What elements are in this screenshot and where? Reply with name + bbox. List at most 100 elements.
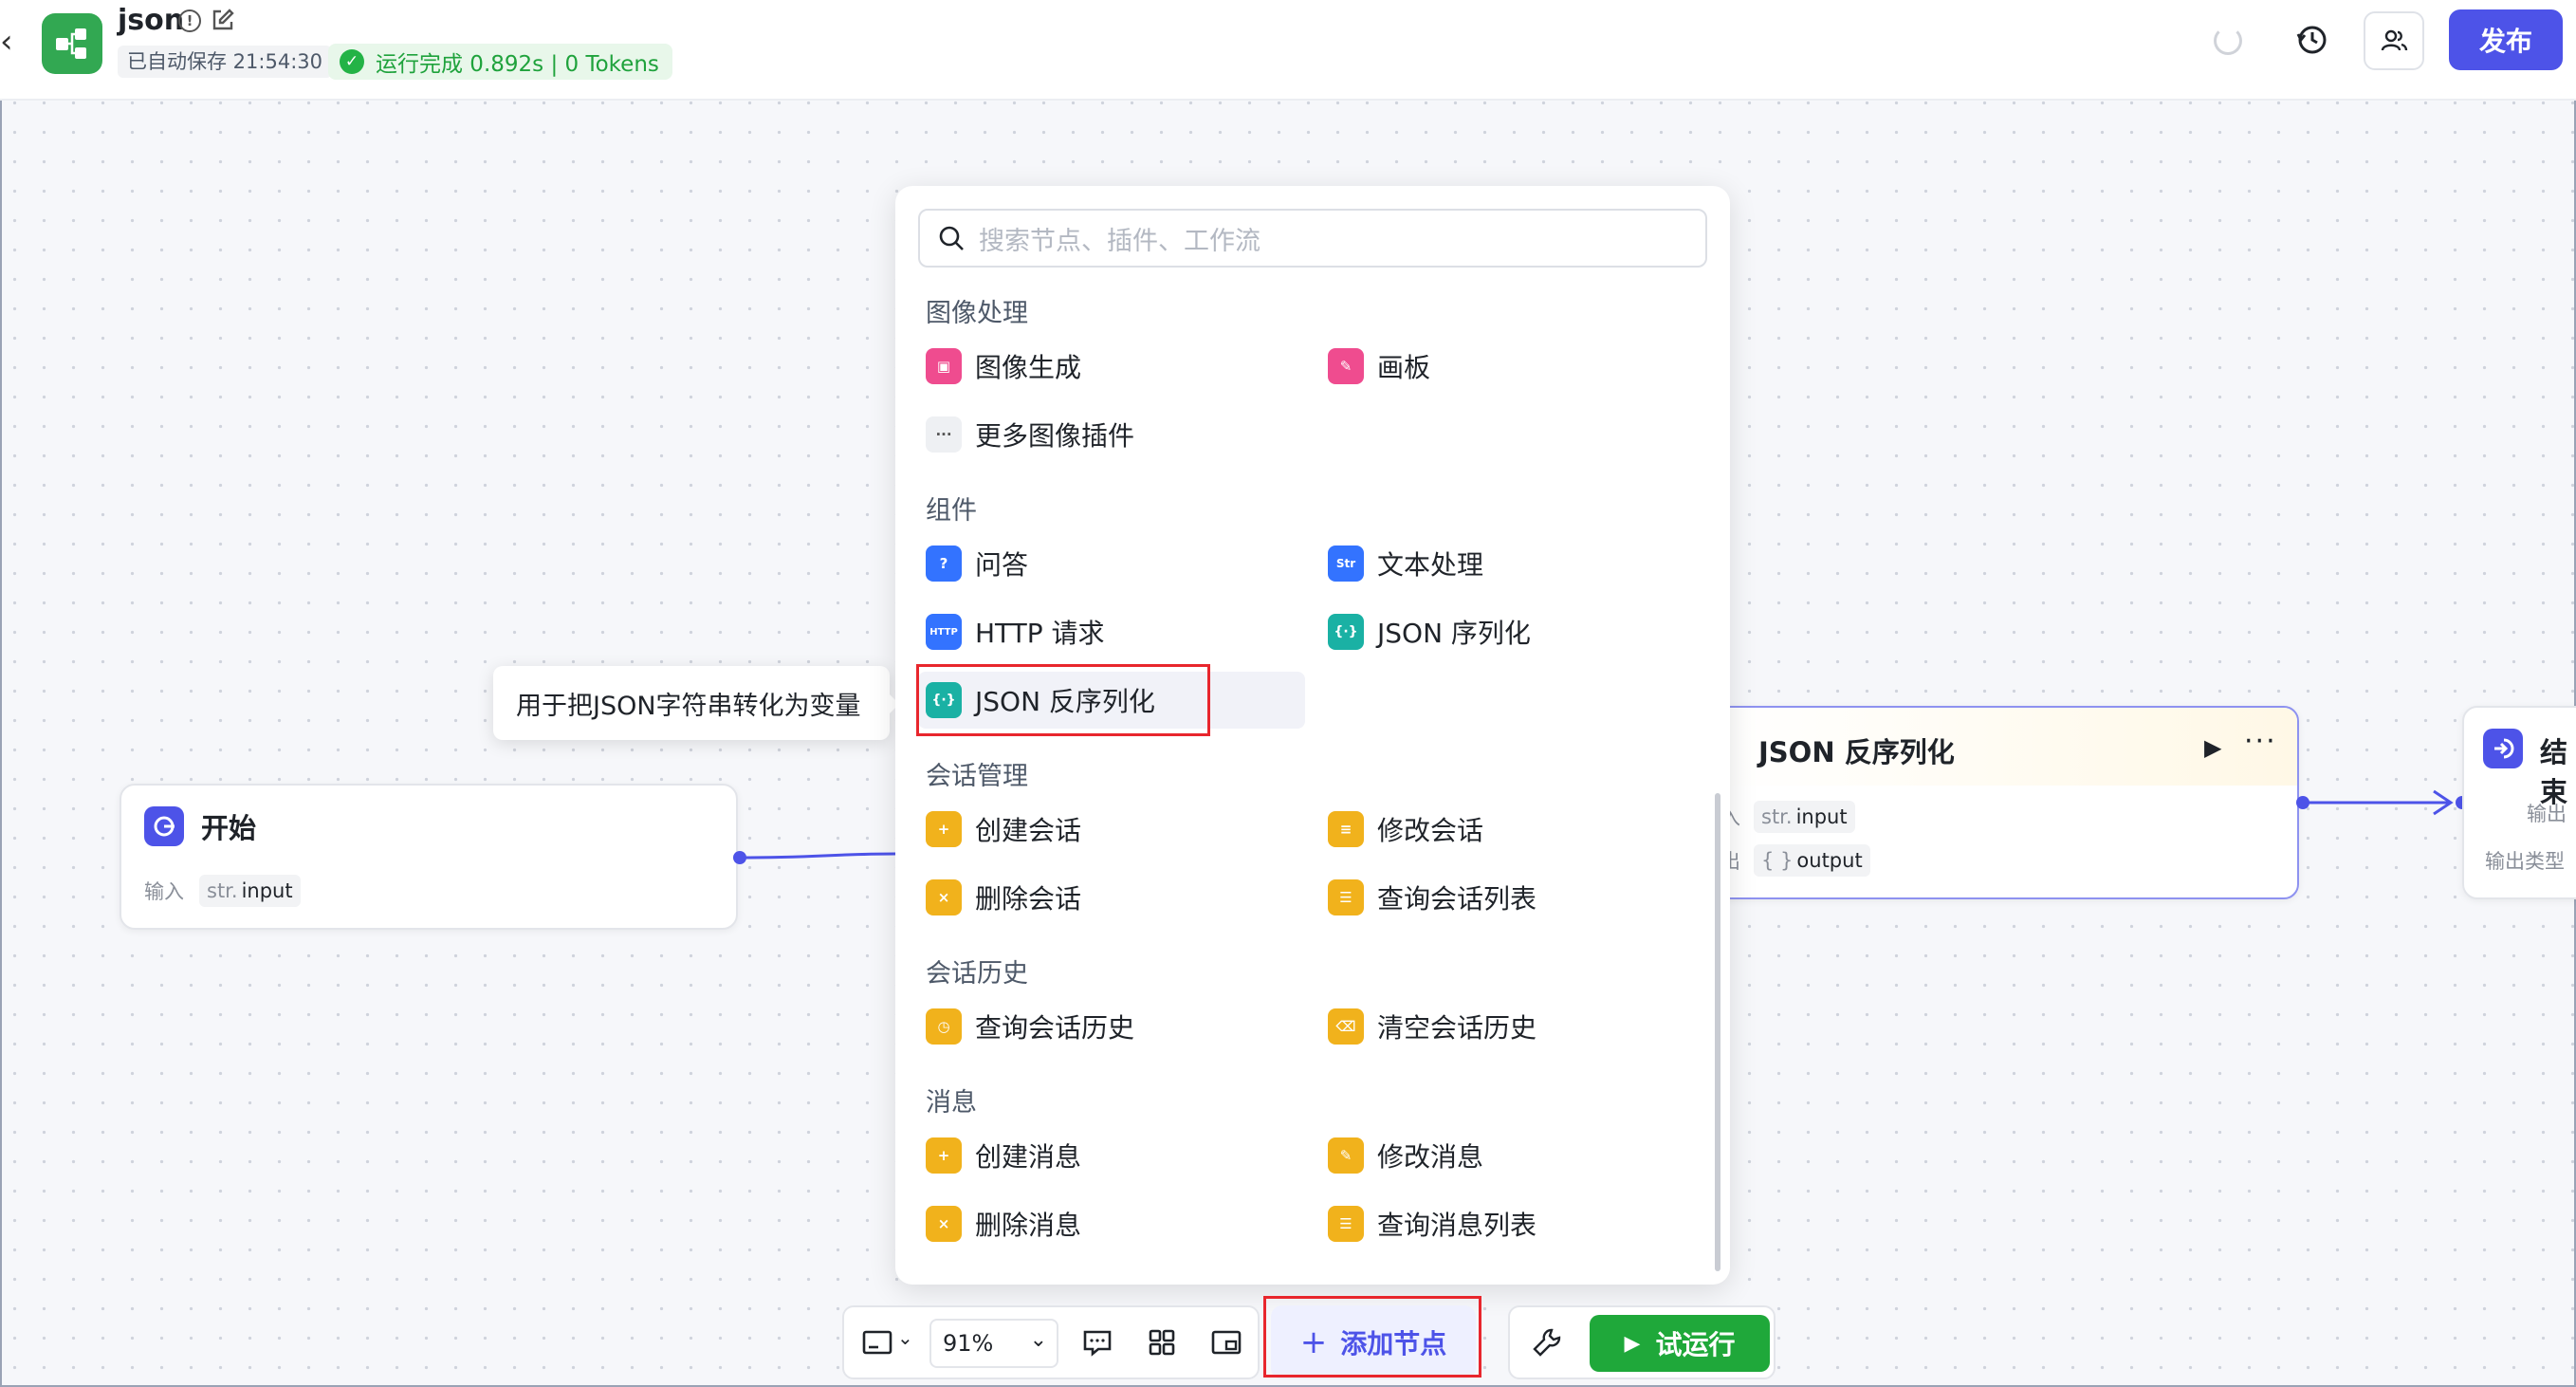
message-list-icon: ☰ — [1328, 1206, 1364, 1242]
interaction-mode-icon[interactable] — [861, 1326, 893, 1359]
node-item-create-message[interactable]: + 创建消息 — [895, 1127, 1294, 1184]
start-node-title: 开始 — [201, 812, 257, 844]
panel-scrollbar[interactable] — [1715, 793, 1720, 1271]
chat-edit-icon: ≡ — [1328, 811, 1364, 847]
node-item-delete-conversation[interactable]: × 删除会话 — [895, 869, 1294, 926]
chat-delete-icon: × — [926, 879, 962, 915]
search-icon — [939, 226, 964, 250]
end-output-type-label: 输出类型 — [2485, 850, 2565, 873]
zoom-value: 91% — [943, 1330, 994, 1357]
trial-run-button[interactable]: ▶ 试运行 — [1590, 1315, 1770, 1372]
section-title-history: 会话历史 — [926, 959, 1028, 989]
history-clear-icon: ⌫ — [1328, 1008, 1364, 1045]
param-type: str. — [207, 879, 238, 902]
param-type: { } — [1761, 849, 1794, 872]
item-label: 删除消息 — [975, 1210, 1082, 1241]
minimap-icon[interactable] — [1210, 1326, 1242, 1359]
message-delete-icon: × — [926, 1206, 962, 1242]
start-node[interactable]: 开始 输入 str. input — [120, 784, 738, 930]
node-item-list-conversations[interactable]: ☰ 查询会话列表 — [1328, 869, 1707, 926]
node-item-json-serialize[interactable]: {·} JSON 序列化 — [1328, 603, 1707, 660]
node-item-http[interactable]: HTTP HTTP 请求 — [895, 603, 1294, 660]
node-description-tooltip: 用于把JSON字符串转化为变量 — [493, 666, 899, 740]
start-glyph-icon — [154, 816, 175, 837]
node-item-edit-message[interactable]: ✎ 修改消息 — [1328, 1127, 1707, 1184]
item-label: 修改消息 — [1377, 1141, 1484, 1173]
message-plus-icon: + — [926, 1137, 962, 1174]
highlight-box-add-node — [1263, 1296, 1481, 1378]
item-label: 查询消息列表 — [1377, 1210, 1537, 1241]
node-item-query-history[interactable]: ◷ 查询会话历史 — [895, 998, 1294, 1055]
item-label: 文本处理 — [1377, 549, 1484, 581]
canvas-icon: ✎ — [1328, 348, 1364, 384]
http-icon: HTTP — [926, 614, 962, 650]
run-toolbar: ▶ 试运行 — [1508, 1305, 1776, 1379]
play-icon: ▶ — [1624, 1331, 1641, 1356]
message-edit-icon: ✎ — [1328, 1137, 1364, 1174]
node-item-text-process[interactable]: Str 文本处理 — [1328, 535, 1707, 592]
json-braces-icon: {·} — [1328, 614, 1364, 650]
item-label: 图像生成 — [975, 352, 1082, 383]
run-node-play-icon[interactable]: ▶ — [2204, 734, 2221, 761]
image-gen-icon: ▣ — [926, 348, 962, 384]
end-output-label: 输出 — [2527, 803, 2567, 825]
wrench-icon[interactable] — [1531, 1326, 1563, 1359]
start-input-label: 输入 — [144, 880, 184, 903]
more-menu-icon[interactable]: ··· — [2244, 725, 2277, 758]
param-name: input — [1795, 805, 1848, 828]
item-label: 查询会话历史 — [975, 1012, 1135, 1044]
item-label: 查询会话列表 — [1377, 883, 1537, 915]
param-name: input — [241, 879, 293, 902]
node-item-canvas[interactable]: ✎ 画板 — [1328, 338, 1707, 395]
chevron-down-icon[interactable]: ⌄ — [897, 1326, 913, 1349]
trial-run-label: 试运行 — [1655, 1329, 1736, 1360]
json-node-title: JSON 反序列化 — [1758, 736, 1955, 768]
start-param-chip: str. input — [199, 875, 301, 907]
json-deserialize-node[interactable]: JSON 反序列化 ▶ ··· 入 str. input 出 { } outpu… — [1715, 706, 2299, 899]
node-item-edit-conversation[interactable]: ≡ 修改会话 — [1328, 801, 1707, 858]
start-node-icon — [144, 806, 184, 846]
chevron-down-icon: ⌄ — [1029, 1328, 1047, 1352]
node-search-input[interactable]: 搜索节点、插件、工作流 — [918, 209, 1707, 268]
history-query-icon: ◷ — [926, 1008, 962, 1045]
item-label: 清空会话历史 — [1377, 1012, 1537, 1044]
end-node[interactable]: 结束 输出 输出类型 — [2462, 706, 2576, 899]
chat-list-icon: ☰ — [1328, 879, 1364, 915]
param-type: str. — [1761, 805, 1793, 828]
node-item-list-messages[interactable]: ☰ 查询消息列表 — [1328, 1195, 1707, 1252]
auto-layout-grid-icon[interactable] — [1146, 1326, 1178, 1359]
node-item-clear-history[interactable]: ⌫ 清空会话历史 — [1328, 998, 1707, 1055]
edge-start-to-json — [739, 852, 896, 860]
start-output-port[interactable] — [733, 851, 746, 864]
chat-plus-icon: + — [926, 811, 962, 847]
param-name: output — [1796, 849, 1863, 872]
end-node-icon — [2483, 729, 2523, 768]
node-item-delete-message[interactable]: × 删除消息 — [895, 1195, 1294, 1252]
item-label: JSON 序列化 — [1377, 618, 1531, 649]
node-item-image-gen[interactable]: ▣ 图像生成 — [895, 338, 1294, 395]
comment-icon[interactable] — [1081, 1326, 1113, 1359]
json-output-port[interactable] — [2296, 796, 2309, 809]
item-label: 更多图像插件 — [975, 420, 1135, 452]
item-label: HTTP 请求 — [975, 618, 1105, 649]
item-label: 创建会话 — [975, 815, 1082, 846]
end-glyph-icon — [2494, 738, 2514, 759]
item-label: 创建消息 — [975, 1141, 1082, 1173]
section-title-message: 消息 — [926, 1088, 977, 1118]
section-title-conversation: 会话管理 — [926, 762, 1028, 791]
item-label: 修改会话 — [1377, 815, 1484, 846]
item-label: 画板 — [1377, 352, 1431, 383]
zoom-select[interactable]: 91% ⌄ — [929, 1319, 1058, 1368]
str-icon: Str — [1328, 546, 1364, 582]
question-icon: ? — [926, 546, 962, 582]
item-label: 删除会话 — [975, 883, 1082, 915]
node-item-create-conversation[interactable]: + 创建会话 — [895, 801, 1294, 858]
section-title-components: 组件 — [926, 496, 977, 526]
more-dots-icon: ··· — [926, 416, 962, 453]
node-item-qa[interactable]: ? 问答 — [895, 535, 1294, 592]
item-label: 问答 — [975, 549, 1029, 581]
node-item-more-image-plugins[interactable]: ··· 更多图像插件 — [895, 406, 1294, 463]
highlight-box-json-deserialize — [916, 664, 1210, 736]
json-output-chip: { } output — [1754, 844, 1870, 877]
section-title-image: 图像处理 — [926, 299, 1028, 328]
